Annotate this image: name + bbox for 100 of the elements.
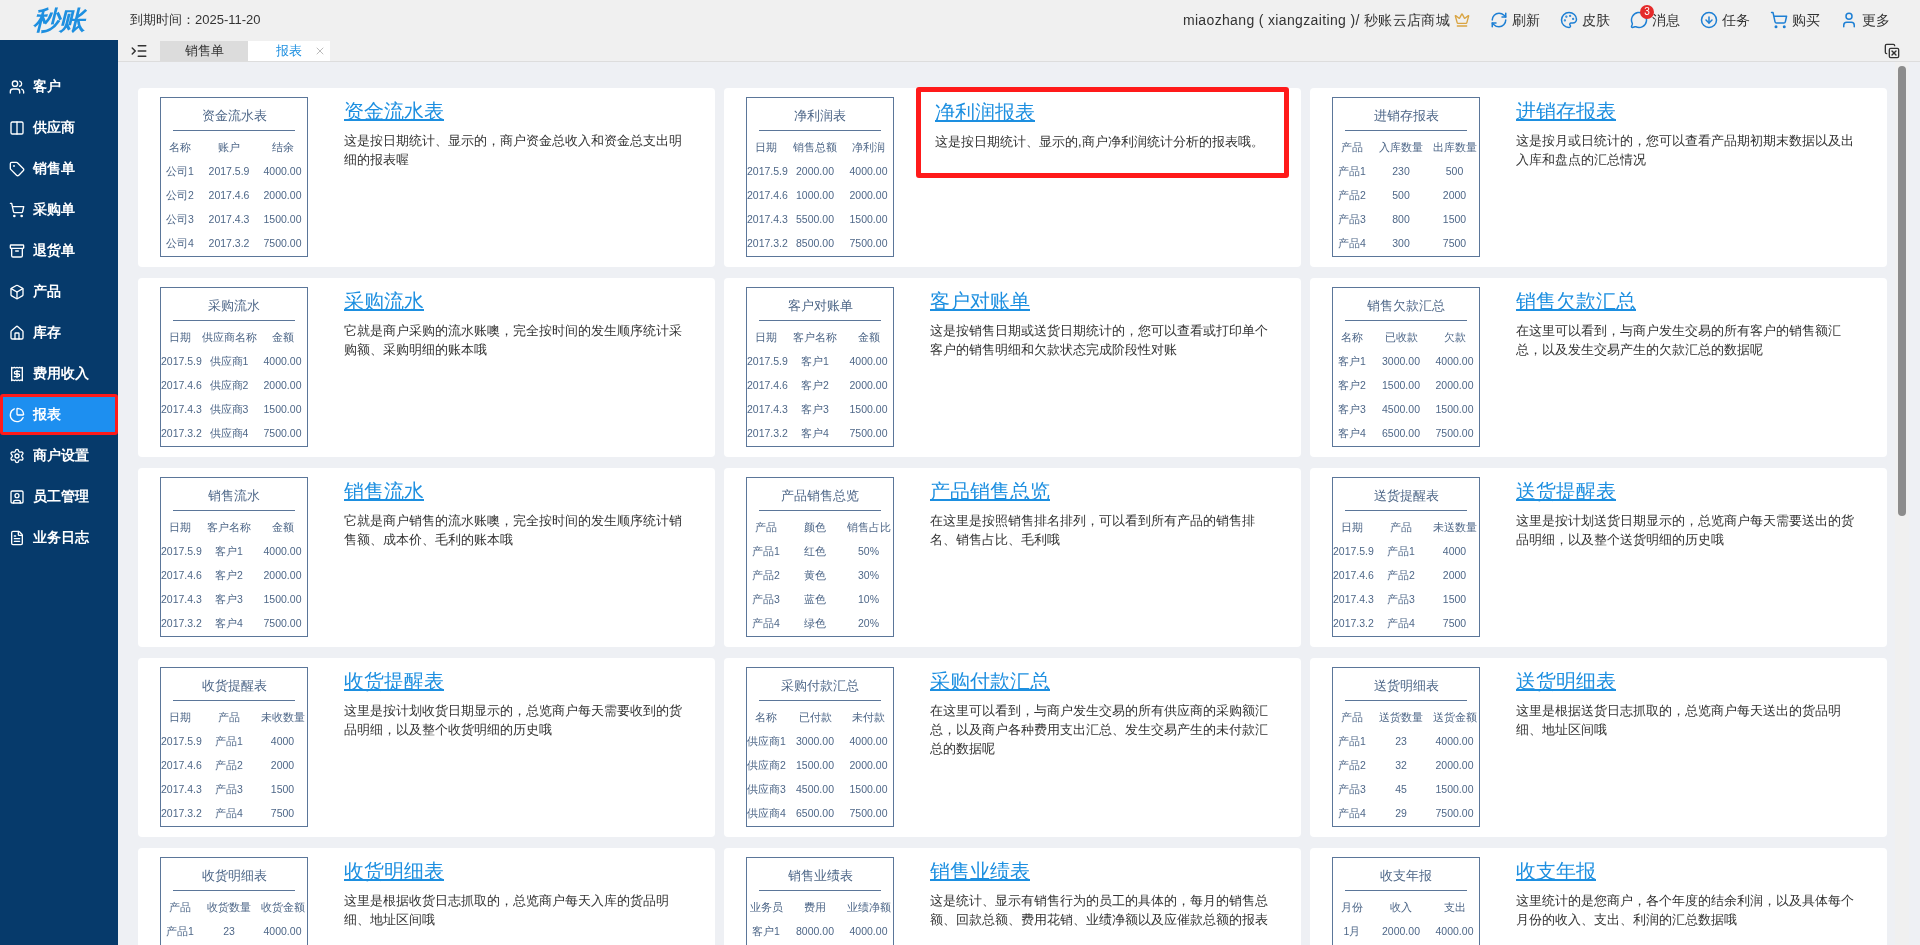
thumbnail-cell-text: 黄色 [803,568,827,583]
thumbnail-cell-text: 4000.00 [848,924,889,939]
thumbnail-column-header: 金额 [856,330,881,345]
thumbnail-cell-text: 7500.00 [848,426,889,441]
thumbnail-cell-text: 1500.00 [848,402,889,417]
thumbnail-column-header: 名称 [1340,330,1364,345]
thumbnail-cell-text: 1500.00 [1381,378,1421,393]
thumbnail-cell-text: 1500 [269,782,296,797]
thumbnail-title: 采购流水 [207,297,261,315]
thumbnail-column-header: 结余 [270,140,295,155]
thumbnail-cell-text: 23 [1394,734,1408,749]
thumbnail-title: 采购付款汇总 [780,677,860,695]
thumbnail-column-header: 日期 [754,140,778,155]
report-title-link[interactable]: 采购付款汇总 [930,667,1279,695]
report-title-link[interactable]: 销售流水 [344,477,693,505]
thumbnail-cell-text: 2000 [1441,188,1468,203]
report-title-link[interactable]: 进销存报表 [1516,97,1865,125]
thumbnail-column-header: 账户 [217,140,241,155]
thumbnail-cell-text: 产品1 [165,924,195,939]
thumbnail-cell-text: 1500.00 [262,402,303,417]
thumbnail-title: 资金流水表 [200,107,268,125]
thumbnail-cell-text: 7500 [1441,616,1468,631]
thumbnail-column-header: 出库数量 [1431,140,1478,155]
thumbnail-column-header: 净利润 [851,140,886,155]
report-title-link[interactable]: 销售欠款汇总 [1516,287,1865,315]
report-title-link[interactable]: 收货明细表 [344,857,693,885]
sidebar-item[interactable]: 销售单 [0,148,118,189]
sidebar-item[interactable]: 商户设置 [0,435,118,476]
report-description: 这是按日期统计、显示的，商户资金总收入和资金总支出明细的报表喔 [344,132,683,169]
thumbnail-cell-text: 公司2 [165,188,195,203]
thumbnail-cell-text: 1500.00 [1434,402,1475,417]
report-description: 这里统计的是您商户，各个年度的结余利润，以及具体每个月份的收入、支出、利润的汇总数据哦 [1516,892,1855,929]
thumbnail-cell-text: 绿色 [803,616,827,631]
tab[interactable]: 销售单 [160,41,248,61]
thumbnail-column-header: 业务员 [748,900,784,915]
users-icon [9,78,25,95]
thumbnail-cell-text: 4000.00 [848,164,889,179]
sidebar-item[interactable]: 业务日志 [0,517,118,558]
thumbnail-cell-text: 1500.00 [848,212,889,227]
thumbnail-cell-text: 1500.00 [795,758,835,773]
thumbnail-column-header: 已付款 [797,710,833,725]
thumbnail-cell-text: 公司1 [165,164,195,179]
thumbnail-cell-text: 32 [1394,758,1408,773]
thumbnail-title: 客户对账单 [786,297,854,315]
toolbar-button[interactable]: 任务 [1700,9,1750,31]
thumbnail-cell-text: 4000 [1441,544,1468,559]
report-title-link[interactable]: 采购流水 [344,287,693,315]
thumbnail-cell-text: 800 [1391,212,1411,227]
thumbnail-cell-text: 客户1 [751,924,781,939]
report-description: 这是按日期统计、显示的,商户净利润统计分析的报表哦。 [935,133,1265,151]
sidebar-item[interactable]: 客户 [0,66,118,107]
report-description: 它就是商户采购的流水账噢，完全按时间的发生顺序统计采购额、采购明细的账本哦 [344,322,683,359]
thumbnail-title: 收货明细表 [200,867,268,885]
thumbnail-column-header: 销售总额 [792,140,838,155]
toolbar-button[interactable]: 更多 [1840,9,1890,31]
expiry-date: 到期时间：2025-11-20 [130,11,261,30]
scrollbar[interactable] [1895,62,1909,945]
report-title-link[interactable]: 送货提醒表 [1516,477,1865,505]
toolbar-button[interactable]: 购买 [1770,9,1820,31]
thumbnail-cell-text: 2000 [1441,568,1468,583]
thumbnail-cell-text: 1500.00 [848,782,889,797]
report-title-link[interactable]: 收支年报 [1516,857,1865,885]
thumbnail-column-header: 产品 [1340,710,1364,725]
report-description: 这里是按计划送货日期显示的，总览商户每天需要送出的货品明细，以及整个送货明细的历史哦 [1516,512,1855,549]
thumbnail-cell-text: 2000.00 [1434,378,1475,393]
thumbnail-cell-text: 4500.00 [1381,402,1421,417]
thumbnail-cell-text: 7500.00 [262,616,303,631]
thumbnail-cell-text: 产品3 [1337,212,1367,227]
thumbnail-title: 送货提醒表 [1372,487,1440,505]
thumbnail-cell-text: 2000.00 [848,378,889,393]
menu-toggle-icon[interactable] [130,42,148,60]
thumbnail-column-header: 金额 [270,330,295,345]
thumbnail-cell-text: 50% [857,544,880,559]
thumbnail-cell-text: 300 [1391,236,1411,251]
report-title-link[interactable]: 产品销售总览 [930,477,1279,505]
crown-icon [1454,12,1470,28]
thumbnail-cell-text: 2000.00 [1381,924,1421,939]
toolbar-button[interactable]: 刷新 [1490,9,1540,31]
report-title-link[interactable]: 资金流水表 [344,97,693,125]
thumbnail-cell-text: 2017.5.9 [207,164,251,179]
tab[interactable]: 报表 [248,41,330,61]
account-name[interactable]: miaozhang ( xiangzaiting )/ 秒账云店商城 [1182,9,1450,31]
toolbar-button[interactable]: 皮肤 [1560,9,1610,31]
sidebar-item[interactable]: 供应商 [0,107,118,148]
thumbnail-cell-text: 2017.3.2 [207,236,251,251]
close-tabs-icon[interactable] [1884,43,1900,59]
thumbnail-column-header: 日期 [168,520,192,535]
sidebar-item[interactable]: 员工管理 [0,476,118,517]
sidebar-item[interactable]: 采购单 [0,189,118,230]
thumbnail-cell-text: 产品1 [1337,734,1367,749]
thumbnail-cell-text: 29 [1394,806,1408,821]
thumbnail-cell-text: 8000.00 [795,924,835,939]
report-title-link[interactable]: 送货明细表 [1516,667,1865,695]
thumbnail-cell-text: 蓝色 [803,592,827,607]
sidebar-item[interactable]: 产品 [0,271,118,312]
sidebar-item[interactable]: 退货单 [0,230,118,271]
sidebar-item[interactable]: 库存 [0,312,118,353]
report-title-link[interactable]: 净利润报表 [935,98,1270,126]
sidebar-item[interactable]: 费用收入 [0,353,118,394]
report-title-link[interactable]: 收货提醒表 [344,667,693,695]
